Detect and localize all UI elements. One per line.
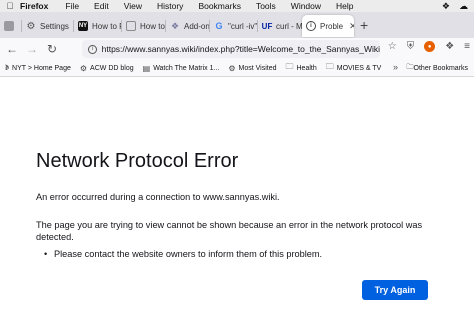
bookmark-nyt[interactable]: 𝖉 NYT > Home Page: [5, 63, 71, 73]
tab-how-to-fi[interactable]: NY How to Fi: [74, 15, 122, 37]
menu-tools[interactable]: Tools: [256, 1, 276, 11]
puzzle-icon: ❖: [170, 20, 180, 31]
list-item: Please contact the website owners to inf…: [44, 249, 322, 259]
menu-bookmarks[interactable]: Bookmarks: [198, 1, 241, 11]
chevron-right-icon[interactable]: »: [393, 62, 398, 72]
google-icon: G: [215, 21, 223, 31]
folder-icon: 🗀: [325, 62, 334, 71]
tab-title: Proble: [320, 21, 344, 31]
bookmark-label: ACW DD blog: [90, 64, 134, 72]
tab-title: Add-ons: [184, 21, 210, 31]
error-intro-text: An error occurred during a connection to…: [36, 192, 280, 202]
url-text: https://www.sannyas.wiki/index.php?title…: [101, 44, 380, 54]
system-menu-bar:  Firefox File Edit View History Bookmar…: [0, 0, 474, 12]
tab-title: curl - Me: [276, 21, 302, 31]
tab-curl-search[interactable]: G "curl -iv": [210, 15, 258, 37]
dropbox-icon[interactable]: ❖: [442, 1, 450, 12]
nyt-icon: 𝖉: [5, 63, 10, 72]
bookmark-folder-movies-tv[interactable]: 🗀 MOVIES & TV: [326, 61, 382, 75]
menu-icon[interactable]: ≡: [464, 41, 470, 52]
account-icon[interactable]: ●: [424, 41, 436, 52]
folder-icon: 🗀: [406, 64, 414, 71]
new-tab-button[interactable]: +: [360, 17, 368, 33]
bookmark-label: Most Visited: [238, 64, 277, 72]
extensions-icon[interactable]: ❖: [445, 41, 454, 52]
bookmark-label: Other Bookmarks: [413, 65, 468, 72]
film-icon: ▤: [142, 63, 151, 73]
error-detail-text: The page you are trying to view cannot b…: [36, 220, 423, 242]
gear-icon: ⚙: [26, 20, 36, 32]
bookmark-watch-the-matrix[interactable]: ▤ Watch The Matrix 1...: [143, 64, 220, 73]
tab-title: Settings: [40, 21, 69, 31]
bookmark-folder-health[interactable]: 🗀 Health: [286, 61, 317, 75]
menu-window[interactable]: Window: [291, 1, 321, 11]
bookmark-label: MOVIES & TV: [336, 64, 382, 72]
bookmarks-toolbar: 𝖉 NYT > Home Page ⚙ ACW DD blog ▤ Watch …: [0, 60, 474, 77]
uf-icon: UF: [261, 21, 273, 31]
bookmark-acw-dd-blog[interactable]: ⚙ ACW DD blog: [80, 64, 134, 73]
tab-title: How to E: [140, 21, 166, 31]
site-info-icon[interactable]: i: [88, 44, 97, 54]
page-icon: [126, 21, 136, 31]
bookmark-label: Watch The Matrix 1...: [153, 64, 220, 72]
cloud-icon[interactable]: ☁: [459, 1, 468, 12]
forward-button[interactable]: →: [22, 42, 42, 56]
error-page: Network Protocol Error An error occurred…: [0, 77, 474, 334]
apple-icon[interactable]: : [0, 1, 20, 11]
page-title: Network Protocol Error: [36, 150, 239, 172]
menu-help[interactable]: Help: [336, 1, 353, 11]
info-icon: i: [306, 21, 316, 31]
bookmark-label: Health: [296, 64, 317, 72]
tab-curl-me[interactable]: UF curl - Me: [258, 15, 302, 37]
close-tab-icon[interactable]: ✕: [349, 21, 354, 32]
shield-icon[interactable]: ⛨: [407, 41, 415, 52]
tab-add-ons[interactable]: ❖ Add-ons: [166, 15, 210, 37]
folder-icon: 🗀: [285, 62, 294, 71]
url-bar[interactable]: i https://www.sannyas.wiki/index.php?tit…: [82, 40, 380, 58]
gear-icon: ⚙: [228, 63, 236, 73]
menu-file[interactable]: File: [65, 1, 79, 11]
pinned-tab-icon: [4, 21, 14, 31]
bookmark-label: NYT > Home Page: [12, 64, 71, 72]
navigation-toolbar: ← → ↻ i https://www.sannyas.wiki/index.p…: [0, 38, 474, 60]
tab-title: "curl -iv": [228, 21, 258, 31]
bookmark-star-icon[interactable]: ☆: [388, 41, 397, 52]
back-button[interactable]: ←: [2, 42, 22, 56]
gear-icon: ⚙: [79, 63, 88, 73]
menu-view[interactable]: View: [124, 1, 142, 11]
tab-strip: ⚙ Settings NY How to Fi How to E ❖ Add-o…: [0, 12, 474, 38]
tab-pinned[interactable]: [0, 15, 22, 37]
bookmark-other-bookmarks[interactable]: 🗀 Other Bookmarks: [407, 63, 468, 74]
try-again-button[interactable]: Try Again: [362, 280, 428, 300]
menu-history[interactable]: History: [157, 1, 183, 11]
reload-button[interactable]: ↻: [42, 42, 62, 56]
error-suggestions-list: Please contact the website owners to inf…: [44, 249, 322, 259]
tab-title: How to Fi: [92, 21, 122, 31]
menu-firefox[interactable]: Firefox: [20, 1, 48, 11]
nyt-favicon: NY: [78, 21, 88, 31]
bookmark-most-visited[interactable]: ⚙ Most Visited: [228, 64, 276, 73]
tab-problem-loading[interactable]: i Proble ✕: [302, 15, 354, 37]
tab-settings[interactable]: ⚙ Settings: [22, 15, 74, 37]
menu-edit[interactable]: Edit: [94, 1, 109, 11]
tab-how-to-e[interactable]: How to E: [122, 15, 166, 37]
